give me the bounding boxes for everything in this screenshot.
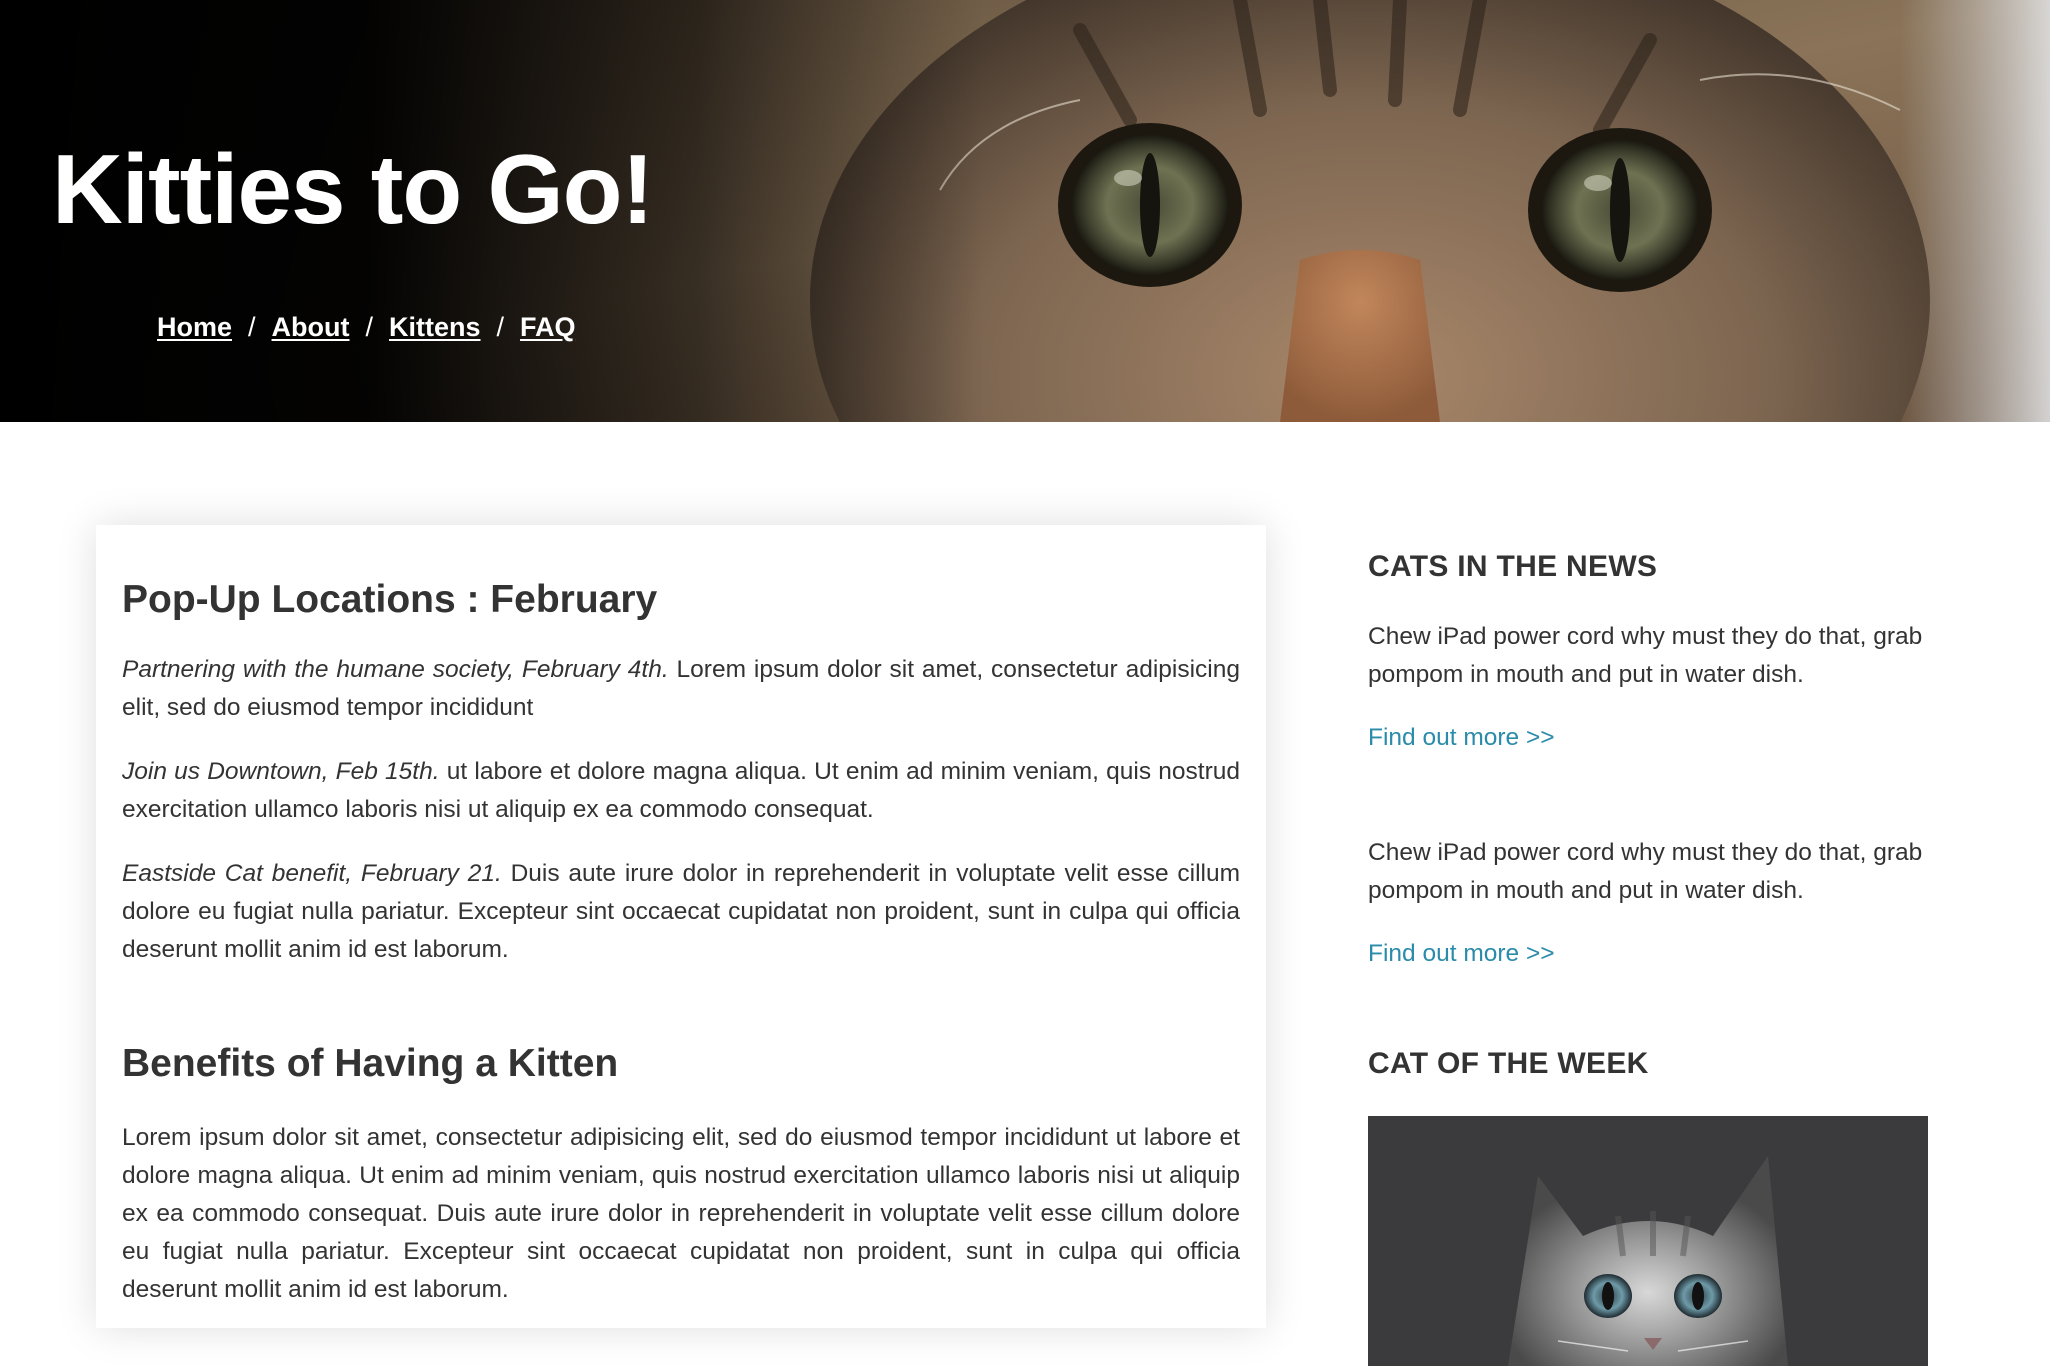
- popup-location-paragraph: Partnering with the humane society, Febr…: [122, 651, 1240, 727]
- hero-banner: Kitties to Go! Home / About / Kittens / …: [0, 0, 2050, 422]
- popup-location-lead: Join us Downtown, Feb 15th.: [122, 758, 440, 785]
- popup-location-paragraph: Join us Downtown, Feb 15th. ut labore et…: [122, 753, 1240, 829]
- site-title: Kitties to Go!: [52, 134, 654, 244]
- cat-of-the-week-heading: CAT OF THE WEEK: [1368, 1047, 1649, 1080]
- find-out-more-link[interactable]: Find out more >>: [1368, 940, 1555, 968]
- popup-location-paragraph: Eastside Cat benefit, February 21. Duis …: [122, 855, 1240, 969]
- popup-location-lead: Partnering with the humane society, Febr…: [122, 656, 669, 683]
- benefits-heading: Benefits of Having a Kitten: [122, 1042, 619, 1085]
- find-out-more-link[interactable]: Find out more >>: [1368, 724, 1555, 752]
- nav-faq-link[interactable]: FAQ: [520, 312, 576, 343]
- nav-separator: /: [496, 312, 505, 342]
- popup-location-lead: Eastside Cat benefit, February 21.: [122, 860, 502, 887]
- gray-kitten-photo: [1368, 1116, 1928, 1366]
- popup-locations-heading: Pop-Up Locations : February: [122, 578, 658, 621]
- news-item-text: Chew iPad power cord why must they do th…: [1368, 839, 1923, 904]
- nav-separator: /: [365, 312, 374, 342]
- news-item-text: Chew iPad power cord why must they do th…: [1368, 623, 1923, 688]
- nav-home-link[interactable]: Home: [157, 312, 232, 343]
- cats-in-news-heading: CATS IN THE NEWS: [1368, 550, 1658, 583]
- main-content-card: Pop-Up Locations : February Partnering w…: [96, 525, 1266, 1328]
- main-navigation: Home / About / Kittens / FAQ: [157, 312, 576, 343]
- benefits-paragraph: Lorem ipsum dolor sit amet, consectetur …: [122, 1124, 1240, 1303]
- nav-kittens-link[interactable]: Kittens: [389, 312, 481, 343]
- nav-about-link[interactable]: About: [272, 312, 350, 343]
- nav-separator: /: [248, 312, 256, 342]
- cat-of-the-week-image[interactable]: [1368, 1116, 1928, 1366]
